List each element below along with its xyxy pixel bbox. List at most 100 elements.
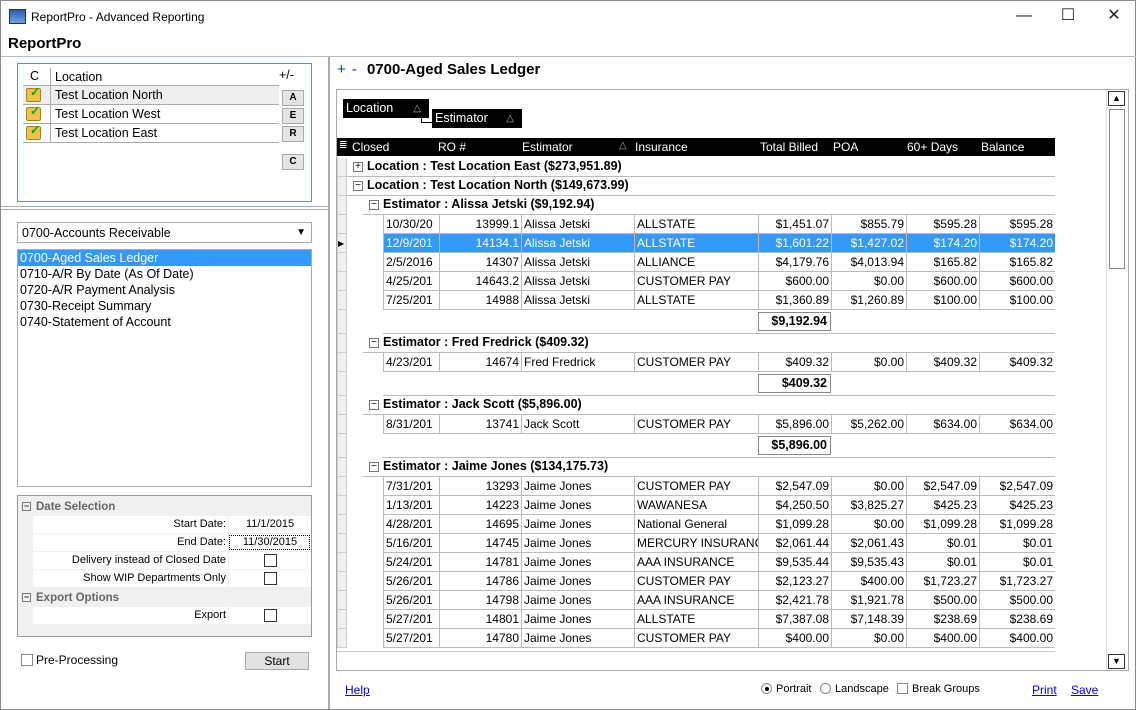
export-options-category[interactable]: − Export Options — [18, 589, 311, 607]
checkbox-icon[interactable] — [21, 654, 33, 666]
table-row[interactable]: 5/26/201 14798 Jaime Jones AAA INSURANCE $2,… — [383, 591, 1055, 610]
table-row[interactable]: 4/25/201 14643.2 Alissa Jetski CUSTOMER PAY… — [383, 272, 1055, 291]
scroll-thumb[interactable] — [1109, 109, 1125, 269]
row-selector[interactable] — [337, 272, 347, 291]
wip-checkbox[interactable] — [264, 572, 277, 585]
vertical-scrollbar[interactable]: ▲ ▼ — [1106, 91, 1126, 670]
row-selector[interactable] — [337, 310, 347, 334]
scroll-up-icon[interactable]: ▲ — [1108, 91, 1125, 106]
maximize-button[interactable]: ☐ — [1045, 1, 1091, 31]
location-item[interactable]: Test Location West — [23, 104, 279, 124]
report-category-select[interactable]: 0700-Accounts Receivable ▼ — [17, 222, 312, 243]
collapse-all-button[interactable]: - — [352, 61, 357, 78]
row-selector[interactable] — [337, 534, 347, 553]
report-list-item[interactable]: 0720-A/R Payment Analysis — [18, 282, 311, 298]
collapse-icon[interactable]: − — [369, 400, 379, 410]
column-header-balance[interactable]: Balance — [981, 140, 1024, 154]
row-selector[interactable] — [337, 591, 347, 610]
row-selector[interactable] — [337, 572, 347, 591]
column-chooser-icon[interactable]: ≣ — [339, 140, 347, 151]
row-selector[interactable] — [337, 215, 347, 234]
collapse-icon[interactable]: − — [369, 462, 379, 472]
group-row[interactable]: − Estimator : Alissa Jetski ($9,192.94) — [363, 196, 1055, 215]
collapse-icon[interactable]: − — [22, 593, 31, 602]
select-all-button[interactable]: A — [282, 90, 304, 106]
column-header-60-days[interactable]: 60+ Days — [907, 140, 958, 154]
checked-folder-icon[interactable] — [26, 104, 41, 121]
table-row[interactable]: 5/16/201 14745 Jaime Jones MERCURY INSURANC… — [383, 534, 1055, 553]
portrait-radio[interactable]: Portrait — [761, 683, 811, 695]
row-selector[interactable] — [337, 196, 347, 215]
collapse-icon[interactable]: − — [22, 502, 31, 511]
location-item[interactable]: Test Location North — [23, 85, 279, 105]
column-header-total-billed[interactable]: Total Billed — [760, 140, 818, 154]
table-row[interactable]: 8/31/201 13741 Jack Scott CUSTOMER PAY $5,89… — [383, 415, 1055, 434]
collapse-icon[interactable]: − — [369, 338, 379, 348]
report-list-item[interactable]: 0700-Aged Sales Ledger — [18, 250, 311, 266]
table-row[interactable]: 5/27/201 14780 Jaime Jones CUSTOMER PAY $400… — [383, 629, 1055, 648]
table-row[interactable]: 4/23/201 14674 Fred Fredrick CUSTOMER PAY $4… — [383, 353, 1055, 372]
row-selector[interactable] — [337, 334, 347, 353]
group-by-location[interactable]: Location △ — [343, 99, 429, 118]
row-selector[interactable] — [337, 415, 347, 434]
clear-button[interactable]: C — [282, 154, 304, 170]
table-row[interactable]: 5/24/201 14781 Jaime Jones AAA INSURANCE $9,… — [383, 553, 1055, 572]
group-row[interactable]: − Estimator : Jaime Jones ($134,175.73) — [363, 458, 1055, 477]
report-list-item[interactable]: 0730-Receipt Summary — [18, 298, 311, 314]
location-item[interactable]: Test Location East — [23, 123, 279, 143]
table-row[interactable]: 12/9/201 14134.1 Alissa Jetski ALLSTATE $1,6… — [383, 234, 1055, 253]
scroll-down-icon[interactable]: ▼ — [1108, 654, 1125, 669]
row-selector[interactable] — [337, 372, 347, 396]
save-link[interactable]: Save — [1071, 683, 1098, 697]
expand-all-button[interactable]: + — [337, 61, 346, 78]
group-row[interactable]: − Location : Test Location North ($149,67… — [347, 177, 1055, 196]
radio-selected-icon[interactable] — [761, 683, 772, 694]
header-location[interactable]: Location — [50, 68, 102, 86]
checkbox-icon[interactable] — [897, 683, 908, 694]
column-header-ro-[interactable]: RO # — [438, 140, 466, 154]
pre-processing-checkbox[interactable]: Pre-Processing — [21, 653, 118, 667]
close-button[interactable]: ✕ — [1091, 1, 1136, 31]
group-row[interactable]: + Location : Test Location East ($273,951… — [347, 158, 1055, 177]
expand-icon[interactable]: + — [353, 162, 363, 172]
group-row[interactable]: − Estimator : Fred Fredrick ($409.32) — [363, 334, 1055, 353]
start-button[interactable]: Start — [245, 652, 309, 670]
report-list-item[interactable]: 0710-A/R By Date (As Of Date) — [18, 266, 311, 282]
row-selector[interactable] — [337, 291, 347, 310]
collapse-icon[interactable]: − — [353, 181, 363, 191]
row-selector[interactable] — [337, 610, 347, 629]
table-row[interactable]: 7/31/201 13293 Jaime Jones CUSTOMER PAY $2,5… — [383, 477, 1055, 496]
minimize-button[interactable]: — — [1001, 1, 1047, 31]
row-selector[interactable] — [337, 496, 347, 515]
row-selector[interactable] — [337, 553, 347, 572]
column-header-insurance[interactable]: Insurance — [635, 140, 688, 154]
row-selector[interactable] — [337, 515, 347, 534]
help-link[interactable]: Help — [345, 683, 370, 697]
export-checkbox[interactable] — [264, 609, 277, 622]
table-row[interactable]: 1/13/201 14223 Jaime Jones WAWANESA $4,250.5… — [383, 496, 1055, 515]
table-row[interactable]: 10/30/20 13999.1 Alissa Jetski ALLSTATE $1,4… — [383, 215, 1055, 234]
end-date-field[interactable]: 11/30/2015 — [228, 534, 311, 551]
splitter[interactable] — [1, 206, 330, 210]
select-east-button[interactable]: E — [282, 108, 304, 124]
group-row[interactable]: − Estimator : Jack Scott ($5,896.00) — [363, 396, 1055, 415]
select-reverse-button[interactable]: R — [282, 126, 304, 142]
table-row[interactable]: 5/27/201 14801 Jaime Jones ALLSTATE $7,387.0… — [383, 610, 1055, 629]
row-selector[interactable] — [337, 177, 347, 196]
row-selector[interactable] — [337, 353, 347, 372]
table-row[interactable]: 2/5/2016 14307 Alissa Jetski ALLIANCE $4,179… — [383, 253, 1055, 272]
row-selector[interactable] — [337, 253, 347, 272]
column-header-estimator[interactable]: Estimator — [522, 140, 573, 154]
checked-folder-icon[interactable] — [26, 85, 41, 102]
row-selector[interactable] — [337, 158, 347, 177]
row-selector[interactable] — [337, 458, 347, 477]
table-row[interactable]: 4/28/201 14695 Jaime Jones National General… — [383, 515, 1055, 534]
delivery-checkbox[interactable] — [264, 554, 277, 567]
start-date-field[interactable]: 11/1/2015 — [228, 516, 311, 533]
landscape-radio[interactable]: Landscape — [820, 683, 889, 695]
group-by-estimator[interactable]: Estimator △ — [432, 109, 522, 128]
row-selector[interactable] — [337, 396, 347, 415]
radio-icon[interactable] — [820, 683, 831, 694]
table-row[interactable]: 5/26/201 14786 Jaime Jones CUSTOMER PAY $2,1… — [383, 572, 1055, 591]
checked-folder-icon[interactable] — [26, 123, 41, 140]
